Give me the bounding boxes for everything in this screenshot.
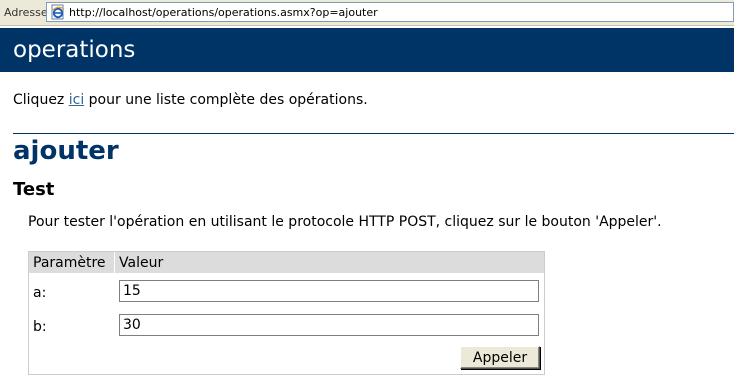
param-b-label: b: bbox=[33, 319, 47, 335]
service-title: operations bbox=[13, 37, 136, 63]
ie-page-icon bbox=[50, 4, 66, 20]
test-section-title: Test bbox=[13, 179, 55, 200]
operation-title: ajouter bbox=[13, 136, 119, 166]
divider bbox=[13, 133, 734, 134]
test-instruction: Pour tester l'opération en utilisant le … bbox=[28, 214, 662, 230]
param-b-input[interactable] bbox=[119, 314, 539, 336]
intro-prefix: Cliquez bbox=[13, 92, 69, 108]
address-field[interactable]: http://localhost/operations/operations.a… bbox=[46, 2, 734, 22]
address-bar: Adresse http://localhost/operations/oper… bbox=[0, 0, 734, 26]
parameter-table-header: Paramètre Valeur bbox=[29, 252, 544, 273]
address-url[interactable]: http://localhost/operations/operations.a… bbox=[69, 6, 378, 19]
parameter-form: Paramètre Valeur a: b: Appeler bbox=[28, 251, 545, 375]
intro-text: Cliquez ici pour une liste complète des … bbox=[13, 92, 368, 108]
invoke-button[interactable]: Appeler bbox=[460, 346, 540, 369]
header-value: Valeur bbox=[119, 255, 164, 271]
header-parameter: Paramètre bbox=[33, 255, 106, 271]
operations-list-link[interactable]: ici bbox=[69, 92, 84, 108]
param-a-label: a: bbox=[33, 285, 47, 301]
param-a-input[interactable] bbox=[119, 280, 539, 302]
intro-suffix: pour une liste complète des opérations. bbox=[84, 92, 368, 108]
header-separator bbox=[114, 252, 115, 273]
service-header: operations bbox=[0, 28, 734, 72]
address-label: Adresse bbox=[4, 6, 48, 19]
